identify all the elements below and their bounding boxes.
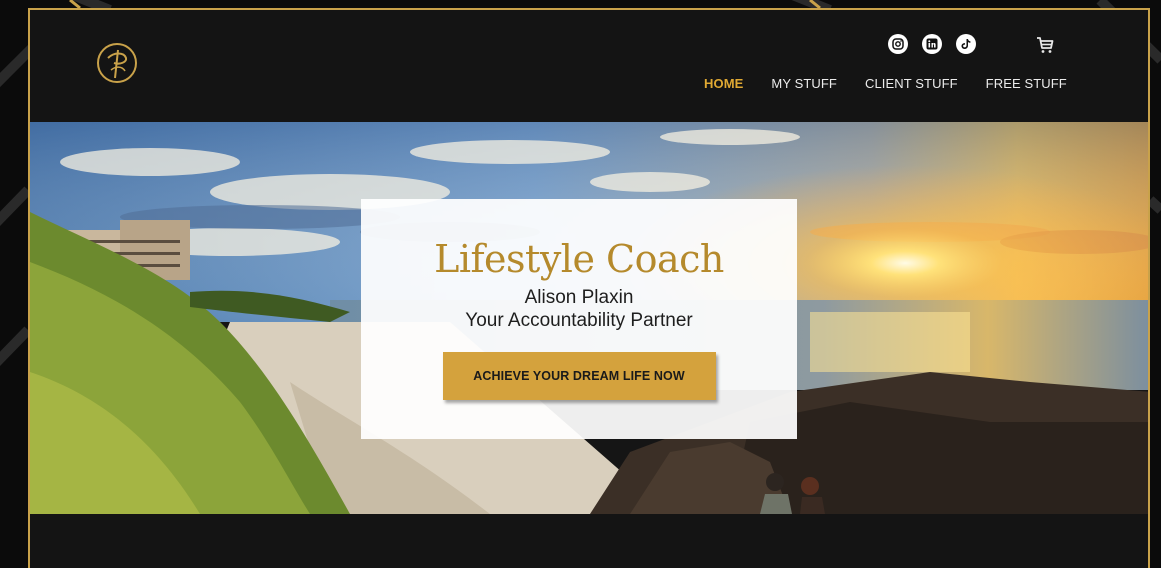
footer-band — [30, 514, 1148, 568]
tiktok-icon[interactable] — [956, 34, 976, 54]
cart-icon[interactable] — [1035, 35, 1055, 55]
main-nav: HOME MY STUFF CLIENT STUFF FREE STUFF — [704, 76, 1067, 91]
nav-home[interactable]: HOME — [704, 76, 743, 91]
nav-my-stuff[interactable]: MY STUFF — [771, 76, 837, 91]
page-frame: HOME MY STUFF CLIENT STUFF FREE STUFF Li… — [28, 8, 1150, 568]
instagram-icon[interactable] — [888, 34, 908, 54]
hero-section: Lifestyle Coach Alison Plaxin Your Accou… — [30, 122, 1148, 514]
nav-client-stuff[interactable]: CLIENT STUFF — [865, 76, 958, 91]
hero-tagline: Your Accountability Partner — [465, 310, 693, 331]
achieve-dream-life-button[interactable]: ACHIEVE YOUR DREAM LIFE NOW — [442, 352, 716, 400]
linkedin-icon[interactable] — [922, 34, 942, 54]
hero-title: Lifestyle Coach — [434, 237, 724, 281]
signature-monogram-logo[interactable] — [94, 40, 140, 86]
social-links — [888, 34, 976, 54]
site-header: HOME MY STUFF CLIENT STUFF FREE STUFF — [30, 10, 1148, 122]
hero-name: Alison Plaxin — [524, 287, 634, 308]
hero-card: Lifestyle Coach Alison Plaxin Your Accou… — [361, 199, 797, 439]
nav-free-stuff[interactable]: FREE STUFF — [986, 76, 1067, 91]
